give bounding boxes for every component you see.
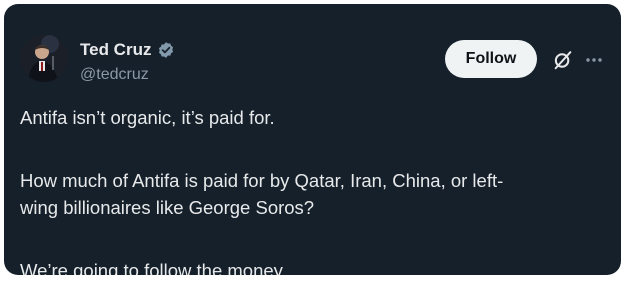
grok-icon[interactable] — [552, 49, 574, 71]
author-name[interactable]: Ted Cruz — [80, 40, 151, 60]
tweet-card: Ted Cruz @tedcruz Follow Antifa isn’t or… — [4, 4, 621, 275]
more-options-icon[interactable] — [584, 50, 604, 70]
avatar[interactable] — [20, 34, 68, 82]
tweet-line: How much of Antifa is paid for by Qatar,… — [20, 170, 504, 191]
tweet-line: wing billionaires like George Soros? — [20, 197, 315, 218]
tweet-paragraph: How much of Antifa is paid for by Qatar,… — [20, 167, 503, 221]
follow-button[interactable]: Follow — [445, 40, 537, 78]
tweet-paragraph: Antifa isn’t organic, it’s paid for. — [20, 107, 275, 128]
verified-badge-icon — [157, 41, 175, 59]
author-handle[interactable]: @tedcruz — [80, 66, 149, 84]
tweet-paragraph: We’re going to follow the money. — [20, 260, 287, 275]
